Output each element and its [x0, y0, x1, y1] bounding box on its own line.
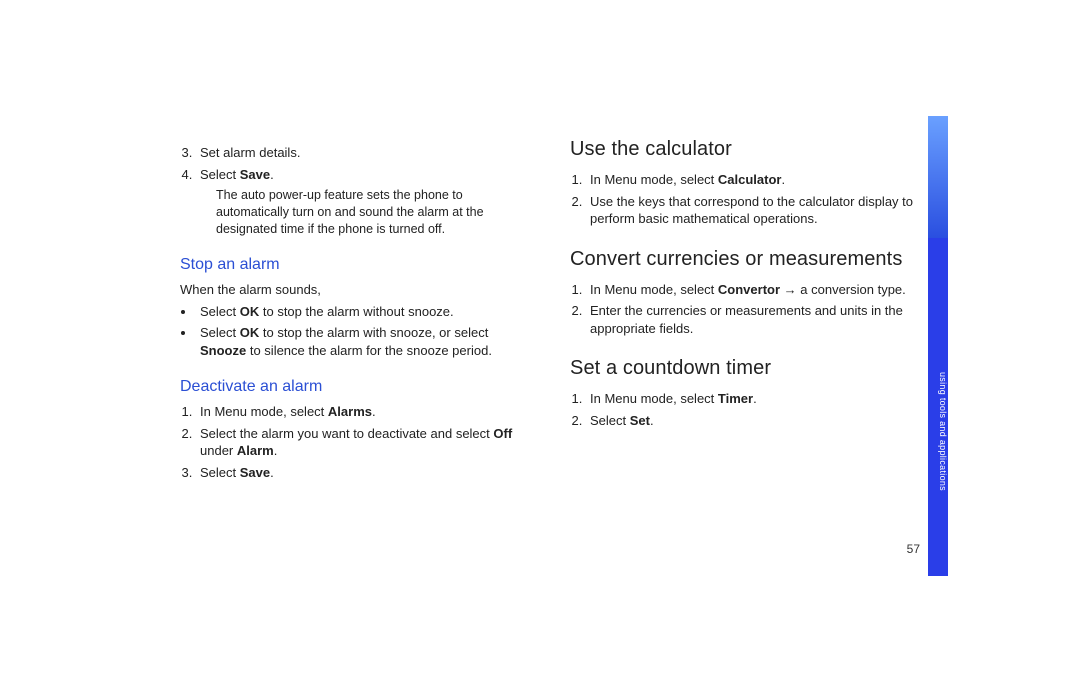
text: In Menu mode, select: [590, 391, 718, 406]
note-text: The auto power-up feature sets the phone…: [216, 187, 530, 238]
bold-text: Save: [240, 167, 270, 182]
heading-stop-alarm: Stop an alarm: [180, 254, 530, 276]
list-item: Select OK to stop the alarm with snooze,…: [196, 324, 530, 359]
side-tab-label: using tools and applications: [928, 238, 948, 576]
list-item: Set alarm details.: [196, 144, 530, 162]
page-number: 57: [907, 542, 920, 556]
text: Select the alarm you want to deactivate …: [200, 426, 493, 441]
manual-page: using tools and applications Set alarm d…: [0, 0, 1080, 696]
text: .: [650, 413, 654, 428]
text: a conversion type.: [800, 282, 906, 297]
text: Set alarm details.: [200, 145, 300, 160]
content-columns: Set alarm details. Select Save. The auto…: [180, 140, 920, 485]
text: .: [781, 172, 785, 187]
list-item: Select the alarm you want to deactivate …: [196, 425, 530, 460]
bold-text: Save: [240, 465, 270, 480]
left-column: Set alarm details. Select Save. The auto…: [180, 140, 530, 485]
text: .: [270, 465, 274, 480]
bold-text: Set: [630, 413, 650, 428]
list-item: Select Save.: [196, 166, 530, 184]
text: Enter the currencies or measurements and…: [590, 303, 903, 336]
list-item: Select Save.: [196, 464, 530, 482]
list-item: Select Set.: [586, 412, 920, 430]
text: .: [372, 404, 376, 419]
bold-text: Off: [493, 426, 512, 441]
right-column: Use the calculator In Menu mode, select …: [570, 140, 920, 485]
side-tab-container: using tools and applications: [928, 116, 948, 576]
bold-text: Calculator: [718, 172, 782, 187]
ordered-list-set-alarm: Set alarm details. Select Save.: [180, 144, 530, 183]
text: In Menu mode, select: [200, 404, 328, 419]
list-item: Use the keys that correspond to the calc…: [586, 193, 920, 228]
list-item: Enter the currencies or measurements and…: [586, 302, 920, 337]
heading-convert: Convert currencies or measurements: [570, 246, 920, 273]
ordered-list-convert: In Menu mode, select Convertor → a conve…: [570, 281, 920, 338]
text: Select: [200, 325, 240, 340]
text: to stop the alarm without snooze.: [259, 304, 453, 319]
text: Select: [200, 304, 240, 319]
text: Use the keys that correspond to the calc…: [590, 194, 913, 227]
ordered-list-countdown: In Menu mode, select Timer. Select Set.: [570, 390, 920, 429]
list-item: Select OK to stop the alarm without snoo…: [196, 303, 530, 321]
paragraph: When the alarm sounds,: [180, 281, 530, 299]
bold-text: Snooze: [200, 343, 246, 358]
list-item: In Menu mode, select Alarms.: [196, 403, 530, 421]
heading-use-calculator: Use the calculator: [570, 136, 920, 163]
heading-countdown: Set a countdown timer: [570, 355, 920, 382]
text: Select: [590, 413, 630, 428]
text: .: [270, 167, 274, 182]
heading-deactivate-alarm: Deactivate an alarm: [180, 376, 530, 398]
arrow-icon: →: [780, 282, 800, 297]
bold-text: Timer: [718, 391, 753, 406]
bold-text: Alarm: [237, 443, 274, 458]
list-item: In Menu mode, select Convertor → a conve…: [586, 281, 920, 299]
text: to stop the alarm with snooze, or select: [259, 325, 488, 340]
text: .: [753, 391, 757, 406]
text: Select: [200, 465, 240, 480]
list-item: In Menu mode, select Timer.: [586, 390, 920, 408]
text: under: [200, 443, 237, 458]
ordered-list-deactivate: In Menu mode, select Alarms. Select the …: [180, 403, 530, 481]
text: .: [274, 443, 278, 458]
text: In Menu mode, select: [590, 172, 718, 187]
bullet-list-stop-alarm: Select OK to stop the alarm without snoo…: [180, 303, 530, 360]
text: Select: [200, 167, 240, 182]
bold-text: Alarms: [328, 404, 372, 419]
bold-text: Convertor: [718, 282, 780, 297]
ordered-list-calculator: In Menu mode, select Calculator. Use the…: [570, 171, 920, 228]
bold-text: OK: [240, 325, 260, 340]
bold-text: OK: [240, 304, 260, 319]
list-item: In Menu mode, select Calculator.: [586, 171, 920, 189]
side-tab-gradient: [928, 116, 948, 238]
text: In Menu mode, select: [590, 282, 718, 297]
text: to silence the alarm for the snooze peri…: [246, 343, 492, 358]
